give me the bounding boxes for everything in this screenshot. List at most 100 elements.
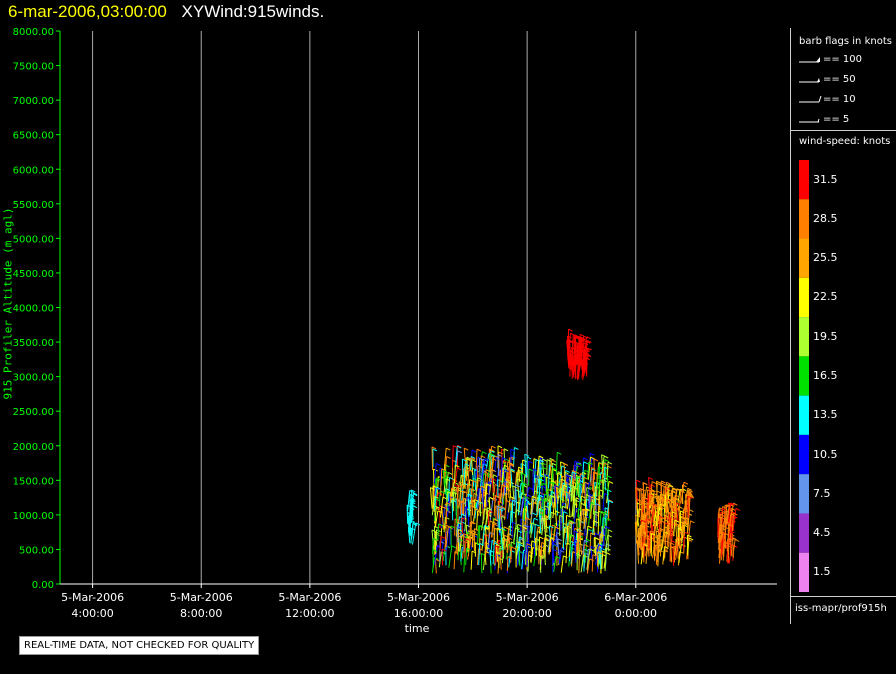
wind-barb [499, 551, 502, 570]
x-axis-label: time [404, 622, 430, 635]
wind-barb [490, 540, 493, 556]
wind-barb-flag [528, 460, 533, 464]
wind-barb-flag [482, 451, 487, 455]
wind-barb-flag [568, 328, 573, 332]
wind-barb [531, 518, 535, 534]
wind-barb-flag [557, 520, 563, 524]
wind-barb [568, 340, 570, 364]
wind-barb [573, 487, 576, 506]
wind-barb-flag [580, 333, 585, 337]
wind-barb [470, 550, 473, 570]
wind-barb [492, 542, 495, 565]
speed-legend-title: wind-speed: knots [799, 136, 891, 147]
wind-barb-flag [531, 512, 537, 516]
wind-barb [431, 446, 434, 471]
legend-divider [791, 130, 896, 131]
wind-barb [460, 547, 463, 562]
quality-notice: REAL-TIME DATA, NOT CHECKED FOR QUALITY [19, 636, 260, 655]
wind-barb-flag [497, 445, 503, 449]
wind-barb [474, 469, 477, 491]
wind-barb-flag [565, 469, 570, 473]
colorbar-label: 13.5 [813, 408, 838, 422]
wind-barb [440, 468, 443, 486]
x-tick-time: 20:00:00 [502, 607, 551, 620]
wind-barb [462, 491, 464, 515]
wind-barb [571, 347, 573, 365]
y-tick-label: 8000.00 [13, 27, 54, 38]
colorbar-swatch [799, 317, 809, 357]
colorbar-swatch [799, 434, 809, 475]
y-tick-label: 500.00 [19, 545, 54, 556]
barb-legend-5: == 5 [799, 113, 849, 127]
wind-barb-flag [604, 459, 610, 463]
wind-barb-flag [435, 498, 441, 502]
wind-barb [465, 497, 468, 519]
wind-barb [461, 517, 463, 534]
wind-barb-flag [583, 457, 588, 461]
colorbar-label: 25.5 [813, 251, 838, 265]
wind-barb [455, 506, 458, 523]
wind-barb-flag [563, 511, 568, 515]
wind-barb-flag [503, 526, 509, 530]
wind-barb [577, 533, 580, 551]
y-tick-label: 5000.00 [13, 234, 54, 245]
wind-barb [601, 554, 603, 570]
wind-barb [672, 545, 675, 566]
wind-barb-flag [590, 452, 595, 456]
wind-barb [437, 523, 439, 541]
wind-barb-flag [666, 481, 671, 485]
wind-barb-flag [683, 481, 689, 485]
wind-barb [471, 459, 474, 475]
barb-50-icon [799, 78, 820, 83]
colorbar-label: 4.5 [813, 526, 831, 540]
wind-barb [516, 524, 519, 543]
wind-barb [658, 515, 660, 533]
barb-legend-title: barb flags in knots [799, 36, 892, 47]
wind-barb-flag [454, 518, 460, 522]
wind-barb-flag [511, 546, 516, 550]
wind-barb-flag [651, 481, 657, 485]
wind-barb [649, 530, 652, 551]
colorbar-swatch [799, 160, 809, 200]
wind-barb-flag [587, 525, 593, 529]
wind-barb-flag [533, 517, 539, 521]
wind-barb-flag [446, 456, 451, 459]
wind-barb-flag [448, 471, 453, 475]
y-tick-label: 7000.00 [13, 96, 54, 107]
y-tick-label: 4000.00 [13, 304, 54, 315]
wind-barb [580, 555, 584, 573]
y-tick-label: 7500.00 [13, 62, 54, 73]
wind-barb [555, 452, 558, 475]
wind-barb-flag [606, 543, 612, 547]
colorbar-label: 28.5 [813, 211, 838, 225]
wind-barb-flag [539, 536, 544, 540]
wind-barb [663, 546, 665, 561]
wind-barb [476, 510, 479, 531]
y-tick-label: 2500.00 [13, 407, 54, 418]
x-tick-date: 5-Mar-2006 [170, 591, 233, 604]
wind-barb [514, 484, 517, 506]
colorbar-swatch [799, 356, 809, 396]
colorbar-swatch [799, 199, 809, 239]
wind-barb [461, 459, 464, 477]
wind-barb [478, 458, 481, 479]
x-tick-date: 5-Mar-2006 [496, 591, 559, 604]
barb-legend-label: == 10 [823, 94, 856, 105]
wind-barb-flag [456, 467, 462, 471]
wind-barb [453, 551, 456, 570]
wind-barb-flag [545, 534, 551, 538]
wind-barb-flag [636, 479, 641, 483]
x-tick-time: 12:00:00 [285, 607, 334, 620]
y-axis-label: 915 Profiler Altitude (m agl) [1, 207, 15, 400]
legend-panel: barb flags in knots == 100 == 50 == 10 =… [790, 28, 896, 624]
wind-barb [518, 551, 521, 567]
wind-barb [480, 553, 483, 574]
wind-barb-flag [656, 480, 661, 484]
colorbar-swatch [799, 552, 809, 592]
wind-barb [578, 550, 581, 574]
y-tick-label: 1500.00 [13, 476, 54, 487]
wind-barb [526, 456, 528, 476]
wind-barb [443, 470, 445, 486]
wind-barb [434, 559, 437, 574]
x-tick-time: 4:00:00 [71, 607, 113, 620]
